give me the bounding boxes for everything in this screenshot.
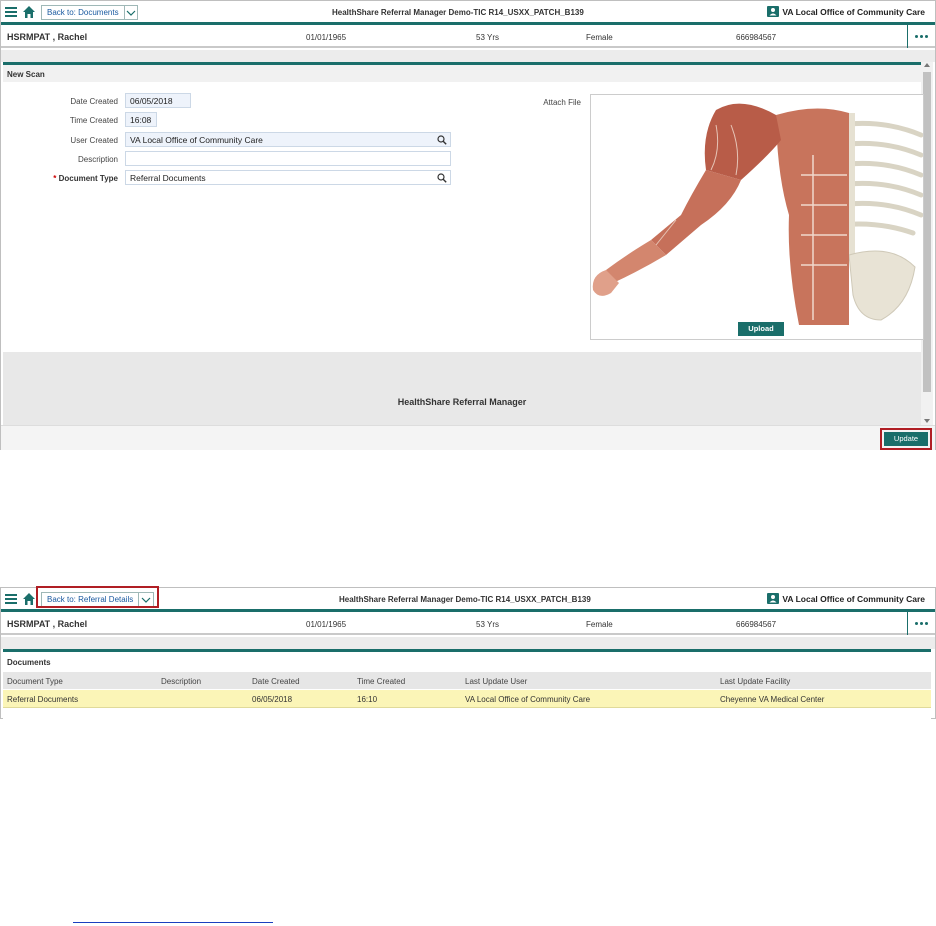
patient-dob: 01/01/1965	[306, 620, 347, 629]
home-icon[interactable]	[22, 592, 36, 606]
search-icon[interactable]	[437, 173, 447, 183]
more-icon[interactable]	[907, 612, 935, 635]
column-header[interactable]: Document Type	[7, 677, 63, 686]
patient-sex: Female	[586, 33, 613, 42]
home-icon[interactable]	[22, 5, 36, 19]
action-bar: Update	[1, 425, 935, 450]
patient-age: 53 Yrs	[476, 620, 499, 629]
patient-sex: Female	[586, 620, 613, 629]
more-icon[interactable]	[907, 25, 935, 48]
column-header[interactable]: Time Created	[357, 677, 405, 686]
document-type-label-text: Document Type	[58, 174, 118, 183]
facility-selector[interactable]: VA Local Office of Community Care	[767, 593, 925, 604]
facility-name: VA Local Office of Community Care	[782, 593, 925, 604]
column-header[interactable]: Last Update User	[465, 677, 527, 686]
update-button[interactable]: Update	[884, 432, 928, 446]
panel-title: New Scan	[7, 70, 45, 79]
attach-file-preview[interactable]: Upload	[590, 94, 924, 340]
spacer	[1, 637, 935, 649]
update-highlight-box: Update	[880, 428, 932, 450]
link-underline	[73, 922, 273, 923]
menu-icon[interactable]	[5, 7, 17, 17]
patient-id: 666984567	[736, 620, 777, 629]
search-icon[interactable]	[437, 135, 447, 145]
table-cell: Referral Documents	[7, 695, 79, 704]
menu-icon[interactable]	[5, 594, 17, 604]
facility-name: VA Local Office of Community Care	[782, 6, 925, 17]
documents-table-header: Document Type Description Date Created T…	[3, 672, 931, 689]
footer-band: HealthShare Referral Manager	[3, 352, 921, 425]
facility-card-icon	[767, 6, 780, 17]
facility-selector[interactable]: VA Local Office of Community Care	[767, 6, 925, 17]
spacer	[1, 50, 935, 62]
upload-button[interactable]: Upload	[738, 322, 784, 336]
table-cell: Cheyenne VA Medical Center	[720, 695, 825, 704]
patient-age: 53 Yrs	[476, 33, 499, 42]
app-title: HealthShare Referral Manager Demo-TIC R1…	[332, 8, 584, 17]
new-scan-screen: Back to: Documents HealthShare Referral …	[0, 0, 936, 450]
description-label: Description	[77, 155, 118, 164]
required-marker: *	[53, 174, 57, 183]
table-row[interactable]: Referral Documents 06/05/2018 16:10 VA L…	[3, 690, 931, 708]
back-to-documents-button[interactable]: Back to: Documents	[41, 5, 138, 20]
top-bar: Back to: Documents HealthShare Referral …	[1, 1, 935, 25]
table-cell: 06/05/2018	[252, 695, 293, 704]
time-created-field[interactable]: 16:08	[125, 112, 157, 127]
scroll-down-icon[interactable]	[924, 419, 930, 423]
app-title: HealthShare Referral Manager Demo-TIC R1…	[339, 595, 591, 604]
description-field[interactable]	[125, 151, 451, 166]
back-button-label: Back to: Documents	[47, 8, 119, 17]
table-cell: VA Local Office of Community Care	[465, 695, 591, 704]
date-created-label: Date Created	[70, 97, 118, 106]
top-bar: Back to: Referral Details HealthShare Re…	[1, 586, 935, 612]
column-header[interactable]: Last Update Facility	[720, 677, 790, 686]
patient-name: HSRMPAT , Rachel	[7, 619, 88, 629]
time-created-label: Time Created	[69, 116, 118, 125]
date-created-field[interactable]: 06/05/2018	[125, 93, 191, 108]
patient-banner: HSRMPAT , Rachel 01/01/1965 53 Yrs Femal…	[1, 25, 935, 48]
new-scan-form: Date Created 06/05/2018 Time Created 16:…	[3, 82, 924, 352]
column-header[interactable]: Date Created	[252, 677, 300, 686]
column-header[interactable]: Description	[161, 677, 201, 686]
table-cell: 16:10	[357, 695, 378, 704]
documents-panel: Documents Document Type Description Date…	[3, 649, 931, 719]
scroll-up-icon[interactable]	[924, 63, 930, 67]
patient-dob: 01/01/1965	[306, 33, 347, 42]
documents-title: Documents	[7, 658, 51, 667]
anatomy-image	[592, 103, 923, 325]
document-type-label: * Document Type	[33, 174, 118, 183]
document-type-value: Referral Documents	[130, 173, 206, 183]
user-created-field[interactable]: VA Local Office of Community Care	[125, 132, 451, 147]
footer-brand: HealthShare Referral Manager	[397, 397, 527, 407]
attach-file-label: Attach File	[543, 98, 581, 107]
user-created-value: VA Local Office of Community Care	[130, 135, 263, 145]
panel-header: New Scan	[3, 62, 921, 82]
patient-name: HSRMPAT , Rachel	[7, 32, 88, 42]
documents-screen: Back to: Referral Details HealthShare Re…	[0, 586, 936, 719]
chevron-down-icon[interactable]	[123, 6, 137, 19]
patient-id: 666984567	[736, 33, 777, 42]
facility-card-icon	[767, 593, 780, 604]
user-created-label: User Created	[70, 136, 118, 145]
scrollbar-thumb[interactable]	[923, 72, 931, 392]
back-highlight-box	[36, 586, 159, 608]
patient-banner: HSRMPAT , Rachel 01/01/1965 53 Yrs Femal…	[1, 612, 935, 635]
document-type-field[interactable]: Referral Documents	[125, 170, 451, 185]
